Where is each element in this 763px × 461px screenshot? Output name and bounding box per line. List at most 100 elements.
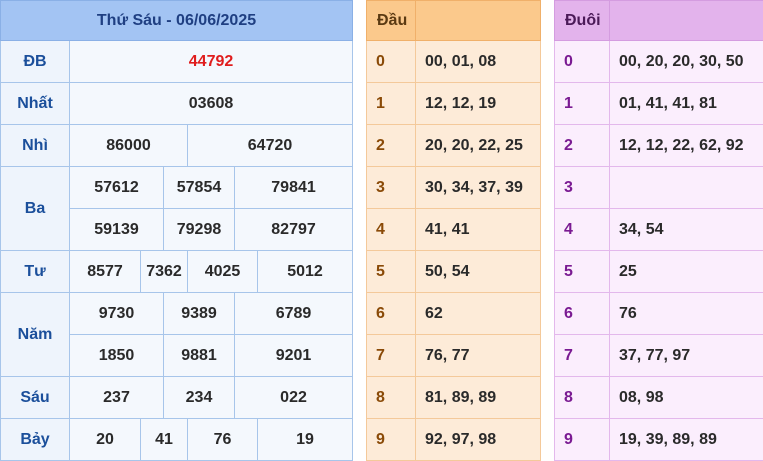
dau-row: 112, 12, 19 xyxy=(367,83,541,125)
duoi-values: 25 xyxy=(610,251,763,293)
duoi-values: 19, 39, 89, 89 xyxy=(610,419,763,461)
dau-digit: 0 xyxy=(367,41,416,83)
prize-row-tu: Tư 8577 7362 4025 5012 xyxy=(1,251,353,293)
dau-header: Đầu xyxy=(367,1,416,41)
prize-row-bay: Bảy 20 41 76 19 xyxy=(1,419,353,461)
duoi-row: 808, 98 xyxy=(555,377,763,419)
dau-row: 776, 77 xyxy=(367,335,541,377)
prize-row-nhi: Nhì 86000 64720 xyxy=(1,125,353,167)
duoi-digit: 4 xyxy=(555,209,610,251)
special-prize-number: 44792 xyxy=(70,41,353,83)
prize-number: 20 xyxy=(70,419,141,461)
prize-number: 57612 xyxy=(70,167,164,209)
dau-values: 50, 54 xyxy=(416,251,541,293)
duoi-values: 08, 98 xyxy=(610,377,763,419)
duoi-digit: 3 xyxy=(555,167,610,209)
duoi-digit: 0 xyxy=(555,41,610,83)
duoi-row: 212, 12, 22, 62, 92 xyxy=(555,125,763,167)
dau-row: 662 xyxy=(367,293,541,335)
duoi-digit: 9 xyxy=(555,419,610,461)
prize-number: 234 xyxy=(164,377,235,419)
dau-digit: 9 xyxy=(367,419,416,461)
prize-label: Ba xyxy=(1,167,70,251)
dau-values: 00, 01, 08 xyxy=(416,41,541,83)
dau-values: 76, 77 xyxy=(416,335,541,377)
prize-number: 86000 xyxy=(70,125,188,167)
duoi-header: Đuôi xyxy=(555,1,610,41)
duoi-row: 000, 20, 20, 30, 50 xyxy=(555,41,763,83)
duoi-digit: 1 xyxy=(555,83,610,125)
prize-row-db: ĐB 44792 xyxy=(1,41,353,83)
prize-number: 64720 xyxy=(188,125,353,167)
dau-values: 41, 41 xyxy=(416,209,541,251)
prize-number: 5012 xyxy=(258,251,353,293)
prize-label: Năm xyxy=(1,293,70,377)
prize-label: Tư xyxy=(1,251,70,293)
dau-table: Đầu 000, 01, 08 112, 12, 19 220, 20, 22,… xyxy=(366,0,541,461)
prize-label: Sáu xyxy=(1,377,70,419)
duoi-header-blank xyxy=(610,1,763,41)
prize-number: 8577 xyxy=(70,251,141,293)
dau-row: 330, 34, 37, 39 xyxy=(367,167,541,209)
prize-number: 82797 xyxy=(235,209,353,251)
prize-number: 1850 xyxy=(70,335,164,377)
results-table: Thứ Sáu - 06/06/2025 ĐB 44792 Nhất 03608… xyxy=(0,0,353,461)
duoi-row: 737, 77, 97 xyxy=(555,335,763,377)
prize-label: ĐB xyxy=(1,41,70,83)
dau-row: 550, 54 xyxy=(367,251,541,293)
prize-number: 03608 xyxy=(70,83,353,125)
prize-row-nam: Năm 9730 9389 6789 xyxy=(1,293,353,335)
duoi-values: 00, 20, 20, 30, 50 xyxy=(610,41,763,83)
prize-number: 57854 xyxy=(164,167,235,209)
prize-label: Nhất xyxy=(1,83,70,125)
prize-number: 59139 xyxy=(70,209,164,251)
duoi-digit: 6 xyxy=(555,293,610,335)
duoi-values: 12, 12, 22, 62, 92 xyxy=(610,125,763,167)
duoi-digit: 7 xyxy=(555,335,610,377)
prize-number: 9881 xyxy=(164,335,235,377)
duoi-digit: 8 xyxy=(555,377,610,419)
duoi-values: 01, 41, 41, 81 xyxy=(610,83,763,125)
dau-digit: 8 xyxy=(367,377,416,419)
prize-number: 9201 xyxy=(235,335,353,377)
prize-number: 237 xyxy=(70,377,164,419)
prize-number: 4025 xyxy=(188,251,258,293)
dau-values: 62 xyxy=(416,293,541,335)
duoi-table: Đuôi 000, 20, 20, 30, 50 101, 41, 41, 81… xyxy=(554,0,763,461)
dau-row: 881, 89, 89 xyxy=(367,377,541,419)
dau-digit: 5 xyxy=(367,251,416,293)
prize-number: 79298 xyxy=(164,209,235,251)
duoi-row: 525 xyxy=(555,251,763,293)
prize-row-nhat: Nhất 03608 xyxy=(1,83,353,125)
duoi-row: 434, 54 xyxy=(555,209,763,251)
dau-values: 92, 97, 98 xyxy=(416,419,541,461)
prize-number: 9389 xyxy=(164,293,235,335)
dau-values: 20, 20, 22, 25 xyxy=(416,125,541,167)
duoi-row: 101, 41, 41, 81 xyxy=(555,83,763,125)
duoi-row: 676 xyxy=(555,293,763,335)
prize-label: Nhì xyxy=(1,125,70,167)
prize-number: 022 xyxy=(235,377,353,419)
prize-number: 19 xyxy=(258,419,353,461)
prize-row-sau: Sáu 237 234 022 xyxy=(1,377,353,419)
dau-values: 30, 34, 37, 39 xyxy=(416,167,541,209)
dau-row: 000, 01, 08 xyxy=(367,41,541,83)
dau-row: 220, 20, 22, 25 xyxy=(367,125,541,167)
prize-number: 9730 xyxy=(70,293,164,335)
prize-row-ba: Ba 57612 57854 79841 xyxy=(1,167,353,209)
duoi-values: 37, 77, 97 xyxy=(610,335,763,377)
dau-header-blank xyxy=(416,1,541,41)
dau-digit: 1 xyxy=(367,83,416,125)
duoi-digit: 2 xyxy=(555,125,610,167)
dau-values: 12, 12, 19 xyxy=(416,83,541,125)
duoi-row: 919, 39, 89, 89 xyxy=(555,419,763,461)
duoi-values: 34, 54 xyxy=(610,209,763,251)
duoi-values: 76 xyxy=(610,293,763,335)
dau-digit: 4 xyxy=(367,209,416,251)
prize-number: 6789 xyxy=(235,293,353,335)
dau-digit: 7 xyxy=(367,335,416,377)
duoi-row: 3 xyxy=(555,167,763,209)
duoi-digit: 5 xyxy=(555,251,610,293)
dau-row: 441, 41 xyxy=(367,209,541,251)
dau-digit: 2 xyxy=(367,125,416,167)
